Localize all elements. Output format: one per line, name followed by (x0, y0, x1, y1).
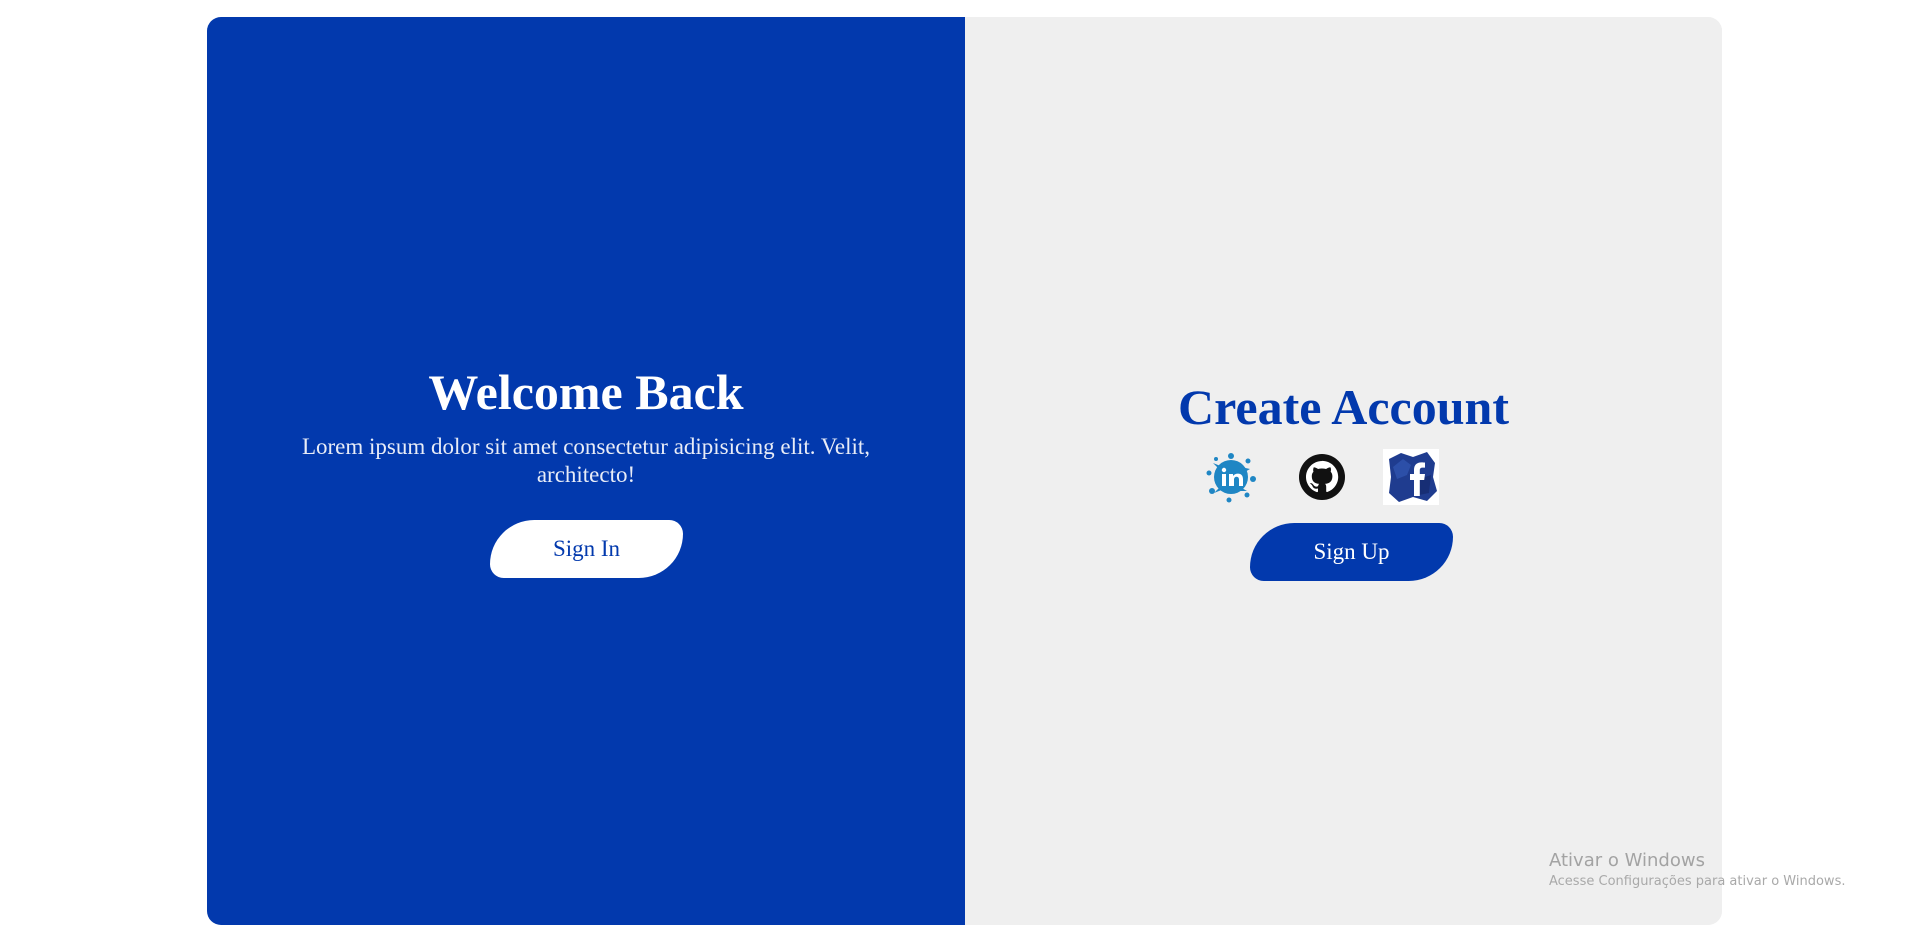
watermark-subtitle: Acesse Configurações para ativar o Windo… (1549, 874, 1846, 889)
auth-card: Welcome Back Lorem ipsum dolor sit amet … (207, 17, 1722, 925)
create-account-title: Create Account (1178, 379, 1509, 435)
welcome-title: Welcome Back (428, 364, 744, 420)
watermark-title: Ativar o Windows (1549, 850, 1705, 871)
sign-in-button[interactable]: Sign In (490, 520, 683, 578)
linkedin-icon[interactable] (1203, 449, 1259, 505)
facebook-icon[interactable] (1383, 449, 1439, 505)
sign-up-button[interactable]: Sign Up (1250, 523, 1453, 581)
windows-activation-watermark: Ativar o Windows Acesse Configurações pa… (1549, 849, 1845, 891)
welcome-description: Lorem ipsum dolor sit amet consectetur a… (301, 434, 871, 487)
welcome-panel: Welcome Back Lorem ipsum dolor sit amet … (207, 17, 965, 925)
github-icon[interactable] (1294, 449, 1350, 505)
social-links (965, 449, 1722, 505)
create-account-panel: Create Account Sign Up (965, 17, 1722, 925)
